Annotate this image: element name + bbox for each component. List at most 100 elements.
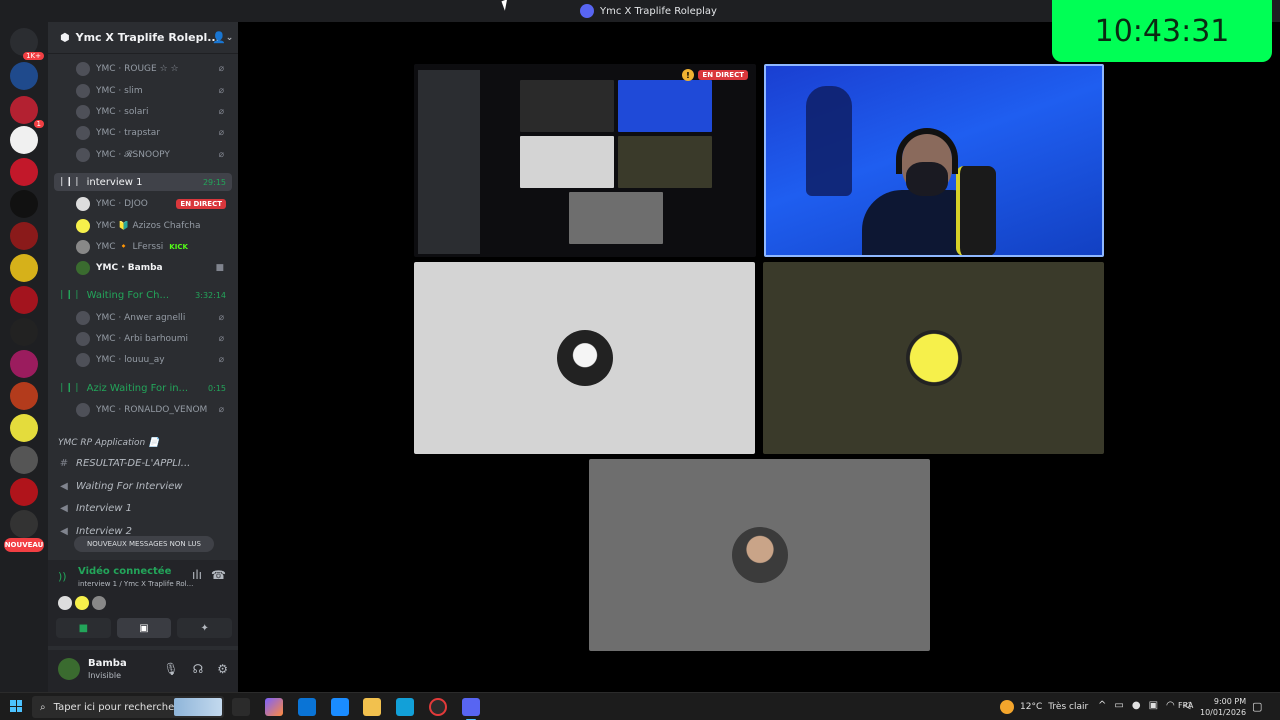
network-icon[interactable]: ▭ xyxy=(1114,700,1123,711)
list-item[interactable]: YMC · solari ⌀ xyxy=(76,103,232,121)
avatar xyxy=(75,596,89,610)
speaker-icon: ◀ xyxy=(60,480,68,492)
microphone-icon[interactable]: ● xyxy=(1132,700,1141,711)
voice-channel-aziz-waiting[interactable]: ❘❙❘ Aziz Waiting For in... 0:15 xyxy=(54,379,232,397)
list-item[interactable]: YMC · trapstar ⌀ xyxy=(76,124,232,142)
server-icon-14[interactable] xyxy=(10,478,38,506)
avatar xyxy=(58,596,72,610)
copilot-icon[interactable] xyxy=(265,698,283,716)
hash-icon: # xyxy=(59,457,69,469)
list-item[interactable]: YMC · slim ⌀ xyxy=(76,82,232,100)
screen-share-button[interactable]: ▣ xyxy=(116,618,172,638)
gear-icon[interactable]: ⚙ xyxy=(217,662,228,676)
shared-screen-cell xyxy=(520,80,614,132)
store-icon[interactable] xyxy=(298,698,316,716)
server-icon-6[interactable] xyxy=(10,222,38,250)
participant-tile[interactable] xyxy=(763,262,1104,454)
list-item[interactable]: YMC · Anwer agnelli ⌀ xyxy=(76,309,232,327)
weather-widget[interactable]: 12°C Très clair xyxy=(1000,700,1088,714)
server-icon-11[interactable] xyxy=(10,382,38,410)
text-channel-resultat[interactable]: # RESULTAT-DE-L'APPLI... xyxy=(58,454,228,472)
server-icon-9[interactable] xyxy=(10,318,38,346)
screen-share-tile[interactable]: ! EN DIRECT xyxy=(414,64,756,257)
app-icon[interactable] xyxy=(429,698,447,716)
server-icon-3[interactable] xyxy=(10,126,38,154)
new-messages-badge[interactable]: NOUVEAU xyxy=(4,538,44,552)
avatar xyxy=(92,596,106,610)
participant-tile[interactable] xyxy=(589,459,930,651)
server-icon-1[interactable] xyxy=(10,62,38,90)
username[interactable]: Bamba xyxy=(88,658,127,669)
noise-suppression-icon[interactable]: ılı xyxy=(192,568,202,582)
taskbar-clock[interactable]: 9:00 PM 10/01/2026 xyxy=(1200,696,1246,718)
chevron-up-icon[interactable]: ^ xyxy=(1098,700,1106,711)
server-icon-13[interactable] xyxy=(10,446,38,474)
camera-button[interactable]: ■ xyxy=(56,618,111,638)
server-icon-7[interactable] xyxy=(10,254,38,282)
language-indicator[interactable]: FRA xyxy=(1178,701,1193,710)
muted-icon: ⌀ xyxy=(218,107,224,117)
list-item[interactable]: YMC 🔰 Azizos Chafcha xyxy=(76,217,232,235)
invite-people-icon[interactable]: 👤 xyxy=(212,31,226,44)
muted-icon: ⌀ xyxy=(218,64,224,74)
shared-screen-cell xyxy=(520,136,614,188)
home-icon[interactable]: 1K+ xyxy=(10,28,44,60)
server-icon: ⬢ xyxy=(60,31,70,44)
disconnect-icon[interactable]: ☎ xyxy=(211,568,226,582)
voice-channel-name: interview 1 xyxy=(86,176,143,188)
camera-icon[interactable]: ▣ xyxy=(1149,700,1158,711)
camera-tile[interactable] xyxy=(764,64,1104,257)
search-placeholder: Taper ici pour rechercher xyxy=(53,701,179,713)
list-item[interactable]: YMC · louuu_ay ⌀ xyxy=(76,351,232,369)
channel-sidebar: ⬢ Ymc X Traplife Rolepl... ⌄ 👤 YMC · ROU… xyxy=(48,22,238,692)
list-item[interactable]: YMC · Arbi barhoumi ⌀ xyxy=(76,330,232,348)
windows-start-icon[interactable] xyxy=(10,700,22,712)
mail-icon[interactable] xyxy=(331,698,349,716)
voice-channel-waiting-interview[interactable]: ◀ Waiting For Interview xyxy=(58,477,228,495)
server-header[interactable]: ⬢ Ymc X Traplife Rolepl... ⌄ 👤 xyxy=(48,22,238,54)
headset-icon xyxy=(896,128,958,174)
server-icon-8[interactable] xyxy=(10,286,38,314)
server-icon-5[interactable] xyxy=(10,190,38,218)
edge-icon[interactable] xyxy=(396,698,414,716)
server-icon-2[interactable]: 1 xyxy=(10,96,44,128)
voice-channel-interview-1[interactable]: ❘❙❘ interview 1 29:15 xyxy=(54,173,232,191)
discord-taskbar-icon[interactable] xyxy=(462,698,480,720)
task-view-icon[interactable] xyxy=(232,698,250,716)
activities-button[interactable]: ✦ xyxy=(177,618,233,638)
list-item[interactable]: YMC · RONALDO_VENOM ⌀ xyxy=(76,401,232,419)
chevron-down-icon: ⌄ xyxy=(225,32,234,43)
muted-icon: ⌀ xyxy=(218,128,224,138)
user-controls: 🎙 ☊ ⚙ xyxy=(163,662,228,676)
server-icon-4[interactable] xyxy=(10,158,38,186)
list-item[interactable]: YMC · DJOO EN DIRECT xyxy=(76,195,232,213)
list-item[interactable]: YMC · ROUGE ☆ ☆ ⌀ xyxy=(76,60,232,78)
microphone-icon[interactable]: 🎙 xyxy=(163,662,178,676)
voice-channel-name: Waiting For Ch... xyxy=(86,289,170,301)
wifi-icon[interactable]: ◠ xyxy=(1166,700,1175,711)
taskbar-search[interactable]: ⌕ Taper ici pour rechercher xyxy=(32,696,224,718)
avatar[interactable] xyxy=(58,658,80,680)
list-item[interactable]: YMC · Bamba ■ xyxy=(76,259,232,277)
voice-channel-interview-1b[interactable]: ◀ Interview 1 xyxy=(58,499,228,517)
shared-screen-cell xyxy=(618,80,712,132)
notification-icon[interactable]: ▢ xyxy=(1252,700,1262,713)
list-item[interactable]: YMC · 𝓡SNOOPY ⌀ xyxy=(76,146,232,164)
shared-screen-sidebar xyxy=(418,70,480,254)
list-item[interactable]: YMC 🔸 LFerssi KICK xyxy=(76,238,232,256)
headphones-icon[interactable]: ☊ xyxy=(193,662,204,676)
voice-status[interactable]: Vidéo connectée xyxy=(78,566,171,577)
camera-icon: ■ xyxy=(78,622,89,634)
window-title: Ymc X Traplife Roleplay xyxy=(580,4,717,18)
background-coat xyxy=(806,86,852,196)
voice-channel-waiting[interactable]: ❘❙❘ Waiting For Ch... 3:32:14 xyxy=(54,286,232,304)
server-icon-15[interactable] xyxy=(10,510,38,538)
participant-tile[interactable] xyxy=(414,262,755,454)
unread-messages-button[interactable]: NOUVEAUX MESSAGES NON LUS xyxy=(74,536,214,552)
voice-channel-path[interactable]: interview 1 / Ymc X Traplife Rol... xyxy=(78,580,193,588)
file-explorer-icon[interactable] xyxy=(363,698,381,716)
category-header[interactable]: YMC RP Application 📄 xyxy=(58,438,159,448)
server-icon-10[interactable] xyxy=(10,350,38,378)
speaker-icon: ◀ xyxy=(60,525,68,537)
server-icon-12[interactable] xyxy=(10,414,38,442)
